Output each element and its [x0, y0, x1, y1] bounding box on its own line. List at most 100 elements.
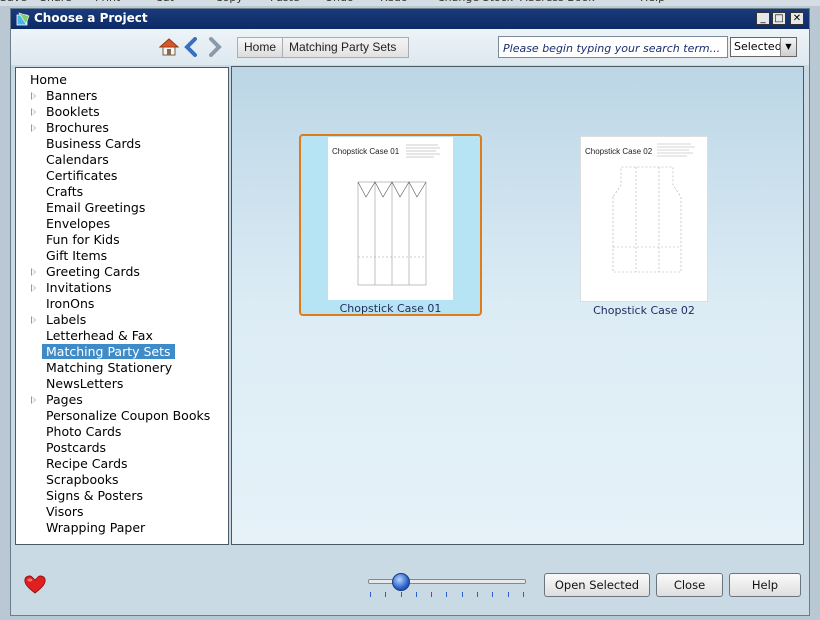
chevron-down-icon[interactable]: ▼	[780, 38, 796, 56]
tree-item-pages[interactable]: Pages	[16, 392, 226, 408]
menubar-item[interactable]: Change Stock	[437, 0, 513, 4]
navigation-toolbar: Home Matching Party Sets Selected ▼	[11, 29, 809, 65]
tree-item-label: Scrapbooks	[46, 472, 119, 487]
tree-item-booklets[interactable]: Booklets	[16, 104, 226, 120]
tree-item-certificates[interactable]: Certificates	[16, 168, 226, 184]
tree-item-matching-party-sets[interactable]: Matching Party Sets	[16, 344, 226, 360]
expand-arrow-icon[interactable]	[31, 108, 36, 116]
tree-item-personalize-coupon-books[interactable]: Personalize Coupon Books	[16, 408, 226, 424]
tree-item-ironons[interactable]: IronOns	[16, 296, 226, 312]
title-bar: Choose a Project _ □ ✕	[11, 9, 809, 29]
tree-item-label: Banners	[46, 88, 98, 103]
project-card-chopstick-case-02[interactable]: Chopstick Case 02 Chopstick Case 02	[579, 136, 709, 318]
zoom-slider[interactable]	[368, 571, 526, 601]
tree-item-envelopes[interactable]: Envelopes	[16, 216, 226, 232]
tree-item-brochures[interactable]: Brochures	[16, 120, 226, 136]
tree-item-postcards[interactable]: Postcards	[16, 440, 226, 456]
dialog-footer: Open Selected Close Help	[11, 547, 809, 615]
tree-item-banners[interactable]: Banners	[16, 88, 226, 104]
tree-item-label: Gift Items	[46, 248, 108, 263]
menubar-item[interactable]: Cut	[155, 0, 174, 4]
breadcrumb: Home Matching Party Sets	[237, 37, 410, 58]
zoom-slider-knob[interactable]	[392, 573, 410, 591]
tree-item-label: Business Cards	[46, 136, 141, 151]
tree-item-label: Matching Party Sets	[42, 344, 175, 359]
tree-item-scrapbooks[interactable]: Scrapbooks	[16, 472, 226, 488]
close-button[interactable]: Close	[656, 573, 723, 597]
open-selected-button[interactable]: Open Selected	[544, 573, 650, 597]
menubar-item[interactable]: Save	[0, 0, 27, 4]
tree-item-label: Wrapping Paper	[46, 520, 146, 535]
menubar-item[interactable]: Copy	[215, 0, 243, 4]
expand-arrow-icon[interactable]	[31, 124, 36, 132]
tree-item-greeting-cards[interactable]: Greeting Cards	[16, 264, 226, 280]
menubar-item[interactable]: Print	[95, 0, 120, 4]
tree-item-label: NewsLetters	[46, 376, 124, 391]
menubar-item[interactable]: Paste	[270, 0, 300, 4]
home-icon[interactable]	[159, 38, 179, 56]
menubar-item[interactable]: Share	[40, 0, 72, 4]
breadcrumb-home[interactable]: Home	[237, 37, 284, 58]
tree-item-label: Labels	[46, 312, 87, 327]
choose-project-dialog: Choose a Project _ □ ✕ Home Matching Par…	[10, 8, 810, 616]
tree-item-business-cards[interactable]: Business Cards	[16, 136, 226, 152]
project-card-chopstick-case-01[interactable]: Chopstick Case 01 Chopstick Case 01	[299, 134, 482, 316]
expand-arrow-icon[interactable]	[31, 316, 36, 324]
tree-item-label: Greeting Cards	[46, 264, 140, 279]
tree-item-recipe-cards[interactable]: Recipe Cards	[16, 456, 226, 472]
filter-value: Selected	[734, 40, 782, 53]
breadcrumb-matching-party-sets[interactable]: Matching Party Sets	[283, 37, 410, 58]
tree-item-invitations[interactable]: Invitations	[16, 280, 226, 296]
tree-item-signs-posters[interactable]: Signs & Posters	[16, 488, 226, 504]
expand-arrow-icon[interactable]	[31, 92, 36, 100]
tree-item-newsletters[interactable]: NewsLetters	[16, 376, 226, 392]
tree-item-label: Crafts	[46, 184, 84, 199]
tree-item-label: Photo Cards	[46, 424, 122, 439]
tree-item-matching-stationery[interactable]: Matching Stationery	[16, 360, 226, 376]
tree-item-label: Fun for Kids	[46, 232, 120, 247]
tree-item-label: Recipe Cards	[46, 456, 128, 471]
app-icon	[16, 12, 30, 26]
favorites-heart-icon[interactable]	[23, 574, 47, 594]
menubar-item[interactable]: Help	[640, 0, 665, 4]
project-thumbnail: Chopstick Case 01	[328, 137, 453, 300]
tree-item-label: Home	[30, 72, 67, 87]
filter-dropdown[interactable]: Selected ▼	[730, 37, 797, 57]
close-window-button[interactable]: ✕	[790, 12, 804, 25]
tree-item-wrapping-paper[interactable]: Wrapping Paper	[16, 520, 226, 536]
tree-item-fun-for-kids[interactable]: Fun for Kids	[16, 232, 226, 248]
zoom-slider-ticks	[370, 592, 524, 598]
menubar-item[interactable]: Redo	[380, 0, 408, 4]
minimize-button[interactable]: _	[756, 12, 770, 25]
tree-item-label: Email Greetings	[46, 200, 146, 215]
tree-item-label: Letterhead & Fax	[46, 328, 153, 343]
tree-item-calendars[interactable]: Calendars	[16, 152, 226, 168]
project-caption: Chopstick Case 02	[593, 304, 695, 317]
search-input[interactable]	[501, 38, 729, 59]
tree-item-crafts[interactable]: Crafts	[16, 184, 226, 200]
expand-arrow-icon[interactable]	[31, 284, 36, 292]
back-arrow-icon[interactable]	[183, 37, 199, 57]
menubar-item[interactable]: Undo	[325, 0, 354, 4]
project-caption: Chopstick Case 01	[339, 302, 442, 315]
tree-item-visors[interactable]: Visors	[16, 504, 226, 520]
tree-item-labels[interactable]: Labels	[16, 312, 226, 328]
tree-item-label: Booklets	[46, 104, 100, 119]
forward-arrow-icon[interactable]	[207, 37, 223, 57]
project-gallery: Chopstick Case 01 Chopstick Case 01 Chop…	[231, 66, 804, 545]
help-button[interactable]: Help	[729, 573, 801, 597]
tree-item-photo-cards[interactable]: Photo Cards	[16, 424, 226, 440]
tree-item-label: Envelopes	[46, 216, 111, 231]
tree-item-label: Visors	[46, 504, 84, 519]
expand-arrow-icon[interactable]	[31, 268, 36, 276]
tree-item-label: Matching Stationery	[46, 360, 173, 375]
tree-item-email-greetings[interactable]: Email Greetings	[16, 200, 226, 216]
tree-item-label: Signs & Posters	[46, 488, 143, 503]
expand-arrow-icon[interactable]	[31, 396, 36, 404]
tree-item-gift-items[interactable]: Gift Items	[16, 248, 226, 264]
menubar-item[interactable]: Address Book	[520, 0, 595, 4]
tree-item-home[interactable]: Home	[16, 72, 226, 88]
tree-item-letterhead-fax[interactable]: Letterhead & Fax	[16, 328, 226, 344]
tree-item-label: Postcards	[46, 440, 107, 455]
maximize-button[interactable]: □	[772, 12, 786, 25]
